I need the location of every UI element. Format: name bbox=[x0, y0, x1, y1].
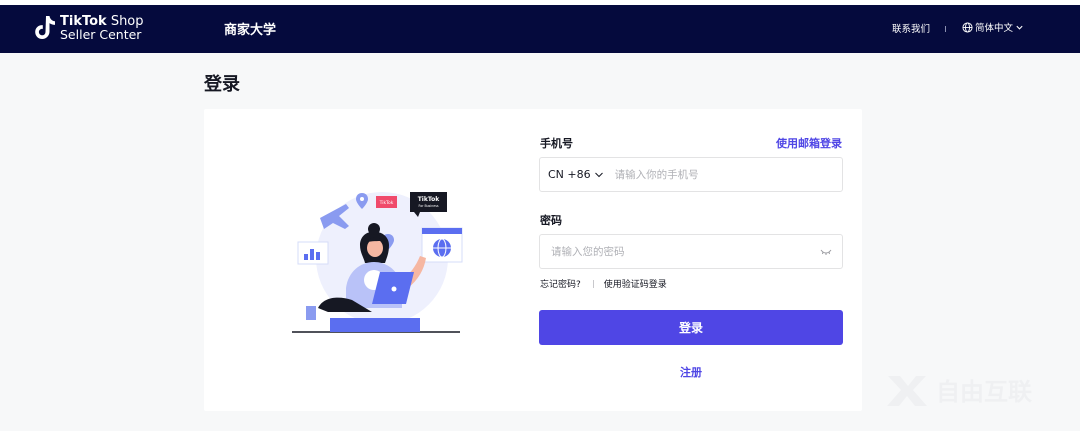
nav-contact-us[interactable]: 联系我们 bbox=[892, 21, 930, 35]
tiktok-shop-logo[interactable]: TikTok Shop Seller Center bbox=[34, 14, 144, 42]
email-login-link[interactable]: 使用邮箱登录 bbox=[776, 135, 842, 151]
watermark-text: 自由互联 bbox=[936, 378, 1032, 406]
page-title: 登录 bbox=[204, 74, 240, 95]
logo-subtitle: Seller Center bbox=[60, 27, 142, 42]
nav-divider bbox=[945, 26, 946, 32]
links-divider bbox=[592, 279, 594, 288]
watermark-logo: 自由互联 bbox=[887, 376, 1032, 406]
register-link[interactable]: 注册 bbox=[680, 364, 702, 380]
tiktok-card-line1: TikTok bbox=[418, 196, 441, 203]
language-selector[interactable]: 简体中文 bbox=[962, 20, 1024, 34]
globe-icon bbox=[962, 21, 973, 33]
language-label: 简体中文 bbox=[975, 23, 1014, 34]
pink-tag-text: TikTok bbox=[379, 200, 394, 206]
tiktok-card-line2: For Business bbox=[418, 204, 438, 208]
login-button[interactable]: 登录 bbox=[539, 310, 843, 345]
forgot-password-link[interactable]: 忘记密码? bbox=[540, 277, 581, 290]
chevron-down-icon bbox=[594, 172, 603, 177]
phone-placeholder: 请输入你的手机号 bbox=[614, 169, 699, 181]
eye-closed-icon[interactable] bbox=[820, 248, 832, 256]
top-navbar: TikTok Shop Seller Center 商家大学 联系我们 简体中文 bbox=[0, 5, 1080, 53]
chevron-down-icon bbox=[1016, 25, 1023, 30]
code-login-link[interactable]: 使用验证码登录 bbox=[604, 277, 667, 290]
country-code-value: CN +86 bbox=[548, 168, 591, 181]
nav-merchant-university[interactable]: 商家大学 bbox=[224, 19, 276, 38]
auth-links-row: 忘记密码? 使用验证码登录 bbox=[540, 277, 667, 290]
login-illustration: TikTok TikTok For Business bbox=[292, 192, 463, 333]
phone-label: 手机号 bbox=[540, 137, 573, 150]
phone-input[interactable]: CN +86 请输入你的手机号 bbox=[539, 157, 843, 192]
tiktok-note-icon bbox=[35, 16, 55, 39]
country-code-selector[interactable]: CN +86 bbox=[548, 168, 604, 181]
password-input[interactable]: 请输入您的密码 bbox=[539, 234, 843, 269]
password-placeholder: 请输入您的密码 bbox=[551, 246, 625, 258]
password-label: 密码 bbox=[540, 214, 562, 227]
logo-text: TikTok Shop Seller Center bbox=[60, 15, 144, 41]
